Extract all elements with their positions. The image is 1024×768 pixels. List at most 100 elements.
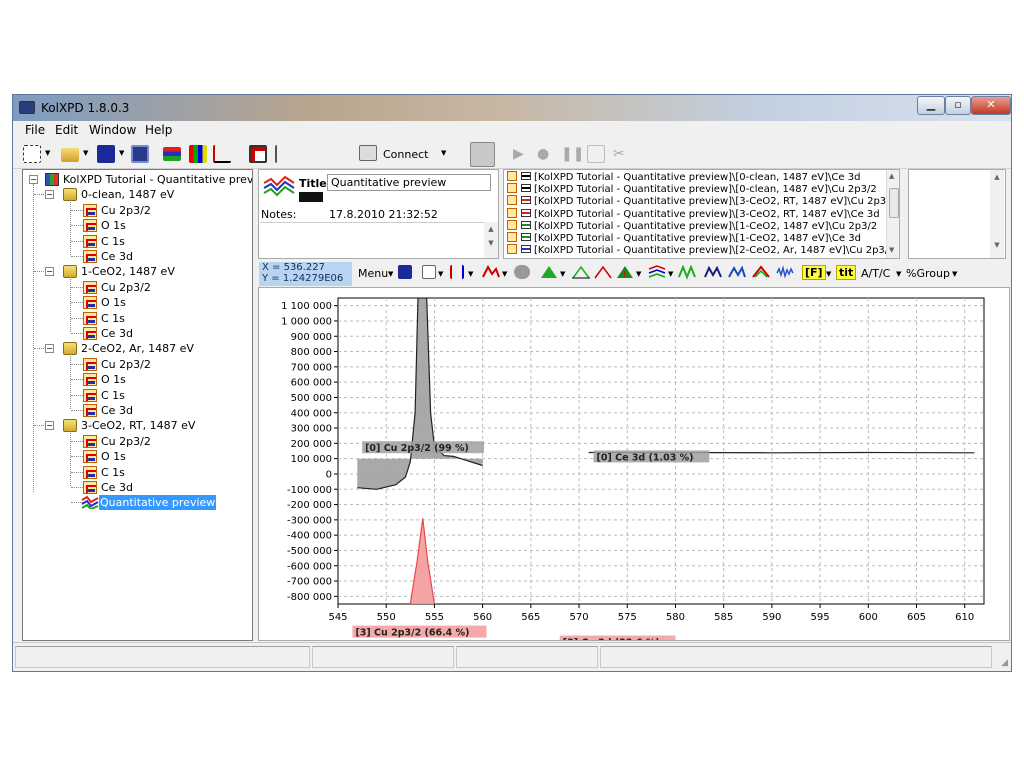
- doublet-icon[interactable]: [704, 265, 722, 283]
- status-panel-1: [15, 646, 310, 668]
- tree-item[interactable]: Ce 3d: [101, 480, 133, 495]
- title-label: Title: [299, 177, 327, 190]
- group-dropdown[interactable]: %Group: [906, 267, 950, 280]
- tree-item[interactable]: Cu 2p3/2: [101, 434, 151, 449]
- tree-group-label[interactable]: 1-CeO2, 1487 eV: [81, 264, 175, 279]
- tree-item[interactable]: Cu 2p3/2: [101, 203, 151, 218]
- play-icon[interactable]: ▶: [513, 145, 531, 163]
- tree-item[interactable]: O 1s: [101, 372, 126, 387]
- tree-item[interactable]: O 1s: [101, 218, 126, 233]
- notes-scrollbar[interactable]: ▲ ▼: [484, 222, 498, 258]
- tree-item[interactable]: Cu 2p3/2: [101, 280, 151, 295]
- y-tick-label: 700 000: [291, 362, 332, 373]
- resize-grip-icon[interactable]: ◢: [1001, 658, 1008, 668]
- components-icon[interactable]: [728, 265, 746, 283]
- y-tick-label: -500 000: [287, 546, 332, 557]
- tree-item[interactable]: Ce 3d: [101, 403, 133, 418]
- fit-peak-icon[interactable]: !: [616, 265, 634, 283]
- color-map-icon[interactable]: [189, 145, 207, 163]
- file-path: [KolXPD Tutorial - Quantitative preview]…: [534, 232, 861, 244]
- pause-icon[interactable]: ❚❚: [561, 145, 584, 163]
- tree-group-label[interactable]: 2-CeO2, Ar, 1487 eV: [81, 341, 194, 356]
- save-icon[interactable]: [97, 145, 115, 163]
- peak-icon[interactable]: [482, 265, 500, 283]
- title-input[interactable]: Quantitative preview: [327, 174, 491, 191]
- noise-icon[interactable]: [776, 265, 794, 283]
- series-color-icon: [521, 208, 531, 217]
- copy-icon[interactable]: [422, 265, 436, 279]
- palette-icon[interactable]: [514, 265, 530, 279]
- file-list-scrollbar[interactable]: ▲ ▼: [886, 170, 899, 258]
- tree-item[interactable]: C 1s: [101, 311, 125, 326]
- color-swatch[interactable]: [299, 192, 323, 202]
- new-icon[interactable]: [23, 145, 41, 163]
- green-peak-icon[interactable]: [540, 265, 558, 283]
- file-row[interactable]: [KolXPD Tutorial - Quantitative preview]…: [504, 231, 886, 244]
- atc-dropdown[interactable]: A/T/C: [861, 267, 890, 280]
- chart-menu-button[interactable]: Menu: [358, 267, 388, 280]
- file-row[interactable]: [KolXPD Tutorial - Quantitative preview]…: [504, 244, 895, 256]
- tree-item[interactable]: Ce 3d: [101, 249, 133, 264]
- tree-item[interactable]: Ce 3d: [101, 326, 133, 341]
- open-folder-icon[interactable]: [61, 148, 79, 162]
- peak-fit-icon[interactable]: [213, 145, 231, 163]
- chart-save-icon[interactable]: [398, 265, 412, 279]
- tree-item[interactable]: O 1s: [101, 295, 126, 310]
- tree-group-label[interactable]: 0-clean, 1487 eV: [81, 187, 174, 202]
- tree-selected-item[interactable]: Quantitative preview: [99, 495, 217, 511]
- tree-item[interactable]: C 1s: [101, 465, 125, 480]
- tree-item[interactable]: C 1s: [101, 234, 125, 249]
- title-bar[interactable]: KolXPD 1.8.0.3 ▁ ▫ ✕: [13, 95, 1011, 121]
- group-toggle[interactable]: −: [45, 190, 54, 200]
- f-button[interactable]: [F]: [802, 265, 826, 280]
- save-timer-icon[interactable]: [587, 145, 605, 163]
- menu-help[interactable]: Help: [145, 123, 172, 137]
- tree-root[interactable]: KolXPD Tutorial - Quantitative preview: [63, 172, 252, 187]
- file-row[interactable]: [KolXPD Tutorial - Quantitative preview]…: [504, 183, 886, 195]
- file-row[interactable]: [KolXPD Tutorial - Quantitative preview]…: [504, 219, 886, 232]
- file-row[interactable]: [KolXPD Tutorial - Quantitative preview]…: [504, 207, 886, 220]
- collapse-toggle[interactable]: −: [29, 175, 38, 184]
- close-button[interactable]: ✕: [971, 96, 1011, 115]
- maximize-button[interactable]: ▫: [945, 96, 971, 115]
- connect-label[interactable]: Connect: [383, 148, 428, 161]
- group-toggle[interactable]: −: [45, 344, 54, 354]
- notes-textarea[interactable]: [260, 222, 484, 258]
- menu-file[interactable]: File: [25, 123, 45, 137]
- y-tick-label: 600 000: [291, 378, 332, 389]
- minimize-button[interactable]: ▁: [917, 96, 945, 115]
- y-tick-label: 800 000: [291, 347, 332, 358]
- group-toggle[interactable]: −: [45, 267, 54, 277]
- file-path: [KolXPD Tutorial - Quantitative preview]…: [534, 208, 880, 220]
- overlay-icon[interactable]: [648, 265, 666, 283]
- baseline-icon[interactable]: [572, 265, 590, 283]
- menu-window[interactable]: Window: [89, 123, 136, 137]
- tree-item[interactable]: Cu 2p3/2: [101, 357, 151, 372]
- plot-area[interactable]: [0] Cu 2p3/2 (99 %) [0] Ce 3d (1.03 %) [3]…: [258, 287, 1010, 720]
- menu-edit[interactable]: Edit: [55, 123, 78, 137]
- red-peak-icon[interactable]: [594, 265, 612, 283]
- group-toggle[interactable]: −: [45, 421, 54, 431]
- stop-square-button[interactable]: [470, 142, 495, 167]
- tree-item[interactable]: O 1s: [101, 449, 126, 464]
- series-color-icon: [521, 172, 531, 180]
- series-label-3: [3] Ce 3d (33.6 %): [563, 638, 660, 640]
- scissors-icon[interactable]: ✂: [613, 145, 631, 163]
- export-icon[interactable]: [249, 145, 267, 163]
- file-row[interactable]: [KolXPD Tutorial - Quantitative preview]…: [504, 171, 886, 183]
- spectrum-icon: [83, 311, 97, 325]
- save-all-icon[interactable]: [131, 145, 149, 163]
- file-row[interactable]: [KolXPD Tutorial - Quantitative preview]…: [504, 195, 896, 207]
- side-scrollbar[interactable]: ▲ ▼: [990, 170, 1004, 258]
- tree-group-label[interactable]: 3-CeO2, RT, 1487 eV: [81, 418, 195, 433]
- bars-icon[interactable]: [450, 265, 464, 279]
- tree-item[interactable]: C 1s: [101, 388, 125, 403]
- tit-button[interactable]: tit: [836, 265, 857, 280]
- side-list-panel[interactable]: ▲ ▼: [908, 169, 1006, 259]
- spectra-icon[interactable]: [163, 147, 181, 161]
- multi-peak-icon[interactable]: [678, 265, 696, 283]
- record-icon[interactable]: ●: [537, 145, 555, 163]
- envelope-icon[interactable]: [752, 265, 770, 283]
- xps-chart[interactable]: [0] Cu 2p3/2 (99 %) [0] Ce 3d (1.03 %) [3]…: [259, 288, 1009, 720]
- script-icon[interactable]: [275, 145, 283, 163]
